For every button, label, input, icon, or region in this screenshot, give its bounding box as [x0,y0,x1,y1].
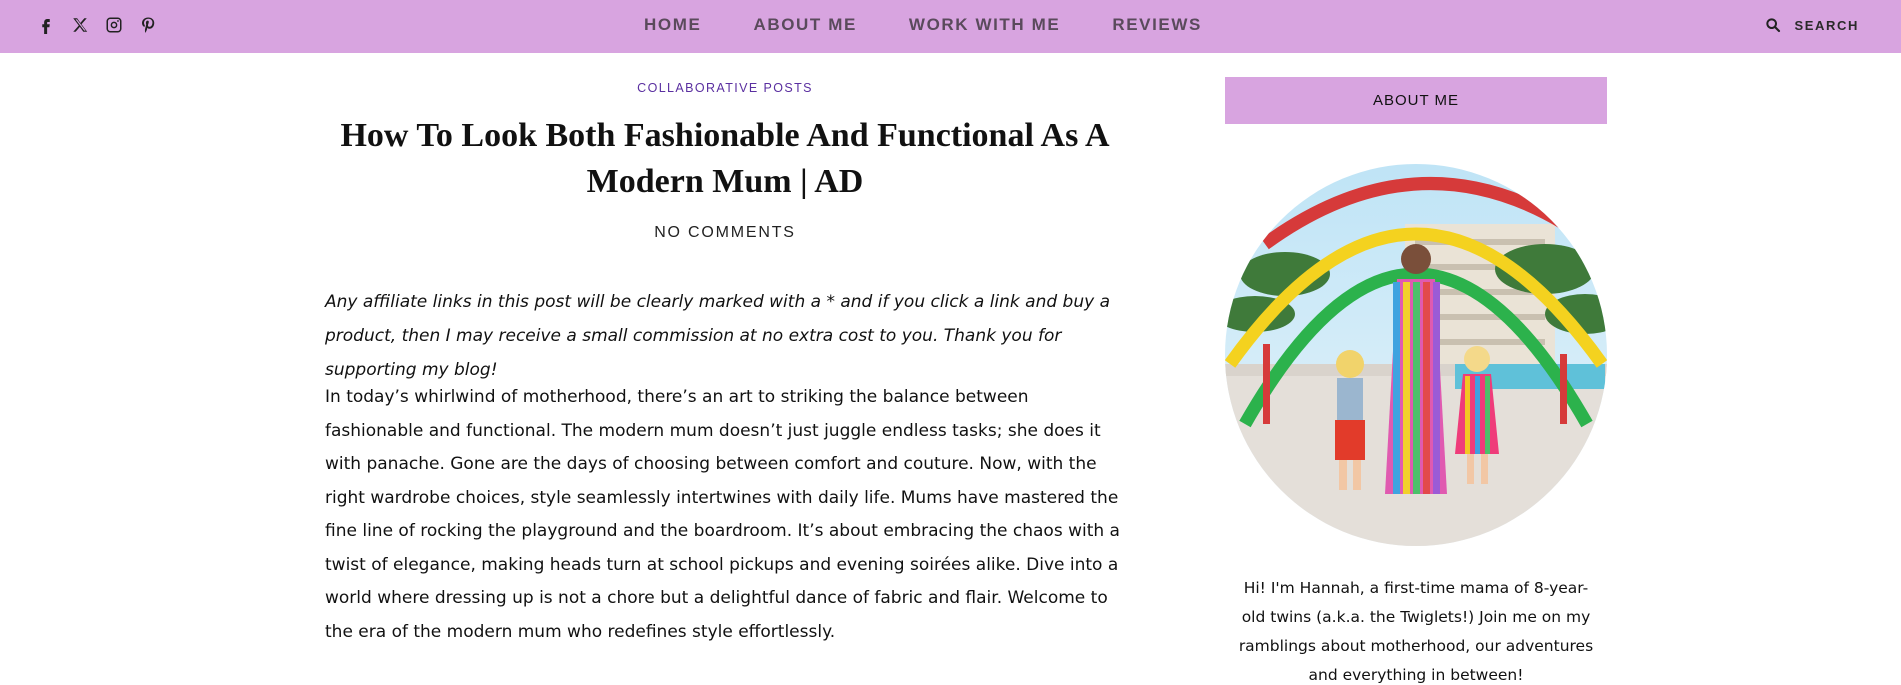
author-bio: Hi! I'm Hannah, a first-time mama of 8-y… [1238,579,1594,684]
nav-item-about-me[interactable]: ABOUT ME [753,15,856,35]
author-photo [1225,164,1607,546]
facebook-icon[interactable] [36,14,56,36]
x-icon[interactable] [70,14,90,36]
post-category-link[interactable]: COLLABORATIVE POSTS [290,81,1160,95]
pinterest-icon[interactable] [138,14,158,36]
social-links [36,14,158,36]
affiliate-disclaimer: Any affiliate links in this post will be… [325,292,1111,380]
post-intro-paragraph: In today’s whirlwind of motherhood, ther… [325,387,1120,642]
sidebar: ABOUT ME Hi! I'm Hannah, a first-time ma… [1225,77,1607,684]
nav-item-work-with-me[interactable]: WORK WITH ME [909,15,1060,35]
main-menu: HOME ABOUT ME WORK WITH ME REVIEWS [0,0,1901,53]
nav-item-home[interactable]: HOME [644,15,701,35]
comments-link[interactable]: NO COMMENTS [290,224,1160,242]
nav-item-reviews[interactable]: REVIEWS [1112,15,1202,35]
instagram-icon[interactable] [104,14,124,36]
sidebar-widget-title: ABOUT ME [1225,77,1607,124]
top-navigation-bar: HOME ABOUT ME WORK WITH ME REVIEWS SEARC… [0,0,1901,53]
post-title: How To Look Both Fashionable And Functio… [340,117,1110,200]
search-button[interactable]: SEARCH [1765,17,1860,33]
search-label: SEARCH [1794,17,1859,33]
search-icon [1765,18,1780,33]
